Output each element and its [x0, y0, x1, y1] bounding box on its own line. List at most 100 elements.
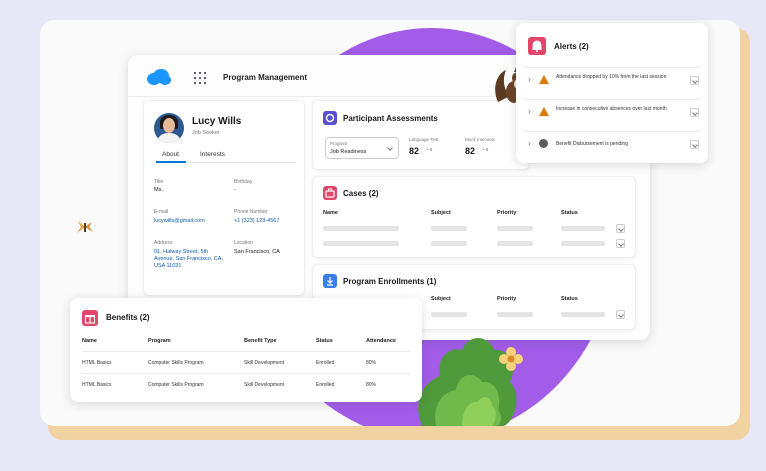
assessment-icon: [323, 111, 337, 125]
tab-about[interactable]: About: [162, 151, 179, 158]
email-link[interactable]: lucywills@gmail.com: [154, 218, 205, 225]
placeholder-bar: [431, 312, 467, 317]
phone-link[interactable]: +1 (323) 123-4567: [234, 218, 279, 225]
chevron-right-icon[interactable]: ›: [528, 107, 531, 116]
info-icon: [539, 139, 548, 148]
alerts-card: Alerts (2) › Attendance dropped by 10% f…: [516, 23, 708, 163]
gift-icon: [82, 310, 98, 326]
placeholder-bar: [323, 226, 399, 231]
benefit-row-2-attendance: 80%: [366, 382, 377, 388]
placeholder-bar: [561, 241, 605, 246]
alert-text: Increase in consecutive absences over la…: [556, 106, 667, 112]
app-launcher-icon[interactable]: [194, 72, 206, 84]
warning-icon: [539, 107, 549, 116]
metric-label-2: Mock Interview: [465, 137, 496, 142]
metric-unit-1: + 8: [426, 147, 433, 152]
metric-label-1: Language Test: [409, 137, 439, 142]
benefits-title: Benefits (2): [106, 313, 150, 322]
briefcase-icon: [323, 186, 337, 200]
placeholder-bar: [497, 312, 533, 317]
cases-col-subject: Subject: [431, 210, 451, 216]
metric-value-2: 82: [465, 146, 476, 156]
title-label: Title: [154, 179, 164, 185]
placeholder-bar: [497, 226, 533, 231]
metric-value-1: 82: [409, 146, 420, 156]
alert-item[interactable]: › Increase in consecutive absences over …: [524, 99, 700, 127]
email-label: E-mail: [154, 209, 169, 215]
program-select[interactable]: Program Job Readiness: [325, 137, 399, 159]
cloud-logo-icon[interactable]: [146, 69, 172, 86]
flower-decoration: [499, 347, 523, 371]
benefit-row-1-program: Computer Skills Program: [148, 360, 204, 366]
profile-tabs: About Interests: [154, 149, 296, 163]
assessments-card: Participant Assessments Program Job Read…: [312, 100, 530, 170]
placeholder-bar: [431, 226, 467, 231]
benefits-col-attendance: Attendance: [366, 338, 396, 344]
row-menu-button[interactable]: [616, 224, 625, 233]
program-value: Job Readiness: [330, 149, 367, 155]
benefit-row-1-type: Skill Development: [244, 360, 285, 366]
location-label: Location: [234, 240, 253, 246]
placeholder-bar: [497, 241, 533, 246]
alert-item[interactable]: › Benefit Disbursement is pending: [524, 131, 700, 159]
benefit-row-2-name: HTML Basics: [82, 382, 112, 388]
chevron-right-icon[interactable]: ›: [528, 139, 531, 148]
row-menu-button[interactable]: [616, 239, 625, 248]
benefit-row-1-status: Enrolled: [316, 360, 335, 366]
butterfly-decoration: [77, 221, 93, 233]
placeholder-bar: [431, 241, 467, 246]
avatar: [154, 113, 184, 143]
app-title: Program Management: [223, 73, 308, 82]
benefit-row-1-attendance: 80%: [366, 360, 377, 366]
profile-role: Job Seeker: [192, 130, 220, 136]
divider: [82, 351, 410, 352]
benefit-row-2-program: Computer Skills Program: [148, 382, 204, 388]
profile-name: Lucy Wills: [192, 116, 242, 127]
metric-unit-2: + 8: [482, 147, 489, 152]
alerts-title: Alerts (2): [554, 42, 589, 51]
cases-col-name: Name: [323, 210, 338, 216]
birthday-label: Birthday: [234, 179, 253, 185]
placeholder-bar: [561, 312, 605, 317]
cases-title: Cases (2): [343, 189, 379, 198]
alert-menu-button[interactable]: [690, 76, 699, 85]
address-link[interactable]: 01, Halway Street, 5th Avenue, San Franc…: [154, 249, 224, 270]
active-tab-indicator: [156, 161, 186, 163]
divider: [82, 373, 410, 374]
enrollments-title: Program Enrollments (1): [343, 277, 437, 286]
warning-icon: [539, 75, 549, 84]
bush-decoration: [418, 338, 517, 426]
benefits-card: Benefits (2) Name Program Benefit Type S…: [70, 298, 422, 402]
alert-text: Benefit Disbursement is pending: [556, 141, 628, 147]
dropdown-icon: [386, 144, 395, 153]
enroll-col-subject: Subject: [431, 296, 451, 302]
address-label: Address: [154, 240, 173, 246]
benefit-row-2-status: Enrolled: [316, 382, 335, 388]
alert-text: Attendance dropped by 10% from the last …: [556, 74, 667, 80]
row-menu-button[interactable]: [616, 310, 625, 319]
benefits-col-type: Benefit Type: [244, 338, 277, 344]
enrollment-icon: [323, 274, 337, 288]
location-value: San Francisco, CA: [234, 249, 280, 255]
cases-card: Cases (2) Name Subject Priority Status: [312, 176, 636, 258]
benefits-col-status: Status: [316, 338, 333, 344]
placeholder-bar: [561, 226, 605, 231]
chevron-right-icon[interactable]: ›: [528, 75, 531, 84]
alert-item[interactable]: › Attendance dropped by 10% from the las…: [524, 67, 700, 95]
cases-col-priority: Priority: [497, 210, 517, 216]
profile-card: Lucy Wills Job Seeker About Interests Ti…: [143, 100, 305, 296]
benefits-col-name: Name: [82, 338, 97, 344]
alert-menu-button[interactable]: [690, 140, 699, 149]
cases-col-status: Status: [561, 210, 578, 216]
birthday-value: -: [234, 187, 236, 193]
benefit-row-2-type: Skill Development: [244, 382, 285, 388]
phone-label: Phone Number: [234, 209, 268, 215]
bell-icon: [528, 37, 546, 55]
alert-menu-button[interactable]: [690, 108, 699, 117]
placeholder-bar: [323, 241, 399, 246]
enroll-col-priority: Priority: [497, 296, 517, 302]
program-label: Program: [330, 141, 348, 146]
tab-interests[interactable]: Interests: [200, 151, 225, 158]
benefits-col-program: Program: [148, 338, 171, 344]
benefit-row-1-name: HTML Basics: [82, 360, 112, 366]
